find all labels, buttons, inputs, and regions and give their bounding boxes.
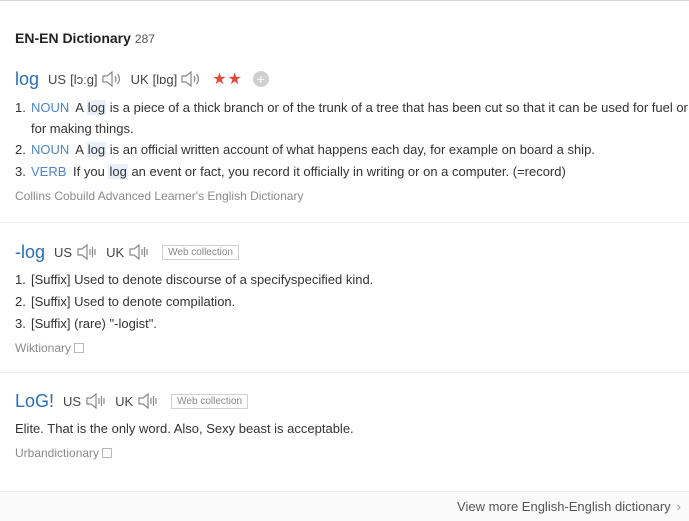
dictionary-header: EN-EN Dictionary 287 (15, 30, 155, 48)
highlighted-word: log (108, 164, 128, 179)
uk-label: UK (115, 393, 134, 409)
add-wordbook-plus-icon[interactable]: + (252, 71, 269, 87)
source-wiktionary: Wiktionary (15, 341, 689, 355)
entry-log-slang: LoG! US UK Web collection Elite. That is… (15, 390, 689, 461)
definition-item: 3. VERB If you log an event or fact, you… (15, 164, 566, 179)
entry-suffix-log: -log US UK Web collection 1. [Suffix] Use… (15, 241, 689, 356)
definition-item: Elite. That is the only word. Also, Sexy… (15, 421, 354, 436)
uk-phonetic: [lɒg] (152, 71, 178, 87)
dictionary-title: EN-EN Dictionary (15, 30, 131, 46)
us-label: US (48, 71, 67, 87)
part-of-speech: VERB (31, 164, 67, 179)
us-label: US (54, 244, 73, 260)
divider (0, 372, 689, 373)
copy-icon[interactable] (74, 343, 85, 353)
us-phonetic: [lɔːg] (70, 71, 98, 87)
footer-bar: View more English-English dictionary › (0, 491, 689, 521)
uk-speaker-icon[interactable] (180, 70, 202, 88)
view-more-link[interactable]: View more English-English dictionary › (457, 499, 681, 514)
uk-speaker-icon[interactable] (137, 392, 159, 410)
us-speaker-icon[interactable] (76, 243, 98, 261)
source-collins: Collins Cobuild Advanced Learner's Engli… (15, 189, 304, 203)
headword: log (15, 68, 40, 89)
uk-speaker-icon[interactable] (128, 243, 150, 261)
frequency-stars: ★★ (212, 71, 243, 88)
web-collection-tag[interactable]: Web collection (162, 244, 239, 260)
definition-item: 1. [Suffix] Used to denote discourse of a… (15, 272, 374, 287)
definition-item: 3. [Suffix] (rare) "-logist". (15, 316, 158, 331)
definition-item: 2. NOUN A log is an official written acc… (15, 142, 595, 157)
headword: LoG! (15, 390, 55, 411)
web-collection-tag[interactable]: Web collection (171, 393, 249, 409)
highlighted-word: log (86, 100, 107, 115)
part-of-speech: NOUN (31, 100, 70, 115)
copy-icon[interactable] (102, 448, 113, 458)
entry-log: log US [lɔːg] UK [lɒg] ★★ + 1. NOUN A lo… (15, 68, 689, 204)
us-label: US (63, 393, 82, 409)
definition-item: 1. NOUN A log is a piece of a thick bran… (15, 100, 688, 136)
highlighted-word: log (86, 142, 107, 157)
uk-label: UK (130, 71, 149, 87)
result-count: 287 (134, 32, 155, 46)
source-urbandictionary: Urbandictionary (15, 446, 689, 460)
us-speaker-icon[interactable] (85, 392, 107, 410)
part-of-speech: NOUN (31, 142, 70, 157)
definition-item: 2. [Suffix] Used to denote compilation. (15, 294, 236, 309)
divider (0, 222, 689, 223)
uk-label: UK (106, 244, 125, 260)
chevron-right-icon: › (676, 499, 681, 514)
headword: -log (15, 241, 46, 262)
us-speaker-icon[interactable] (101, 70, 123, 88)
